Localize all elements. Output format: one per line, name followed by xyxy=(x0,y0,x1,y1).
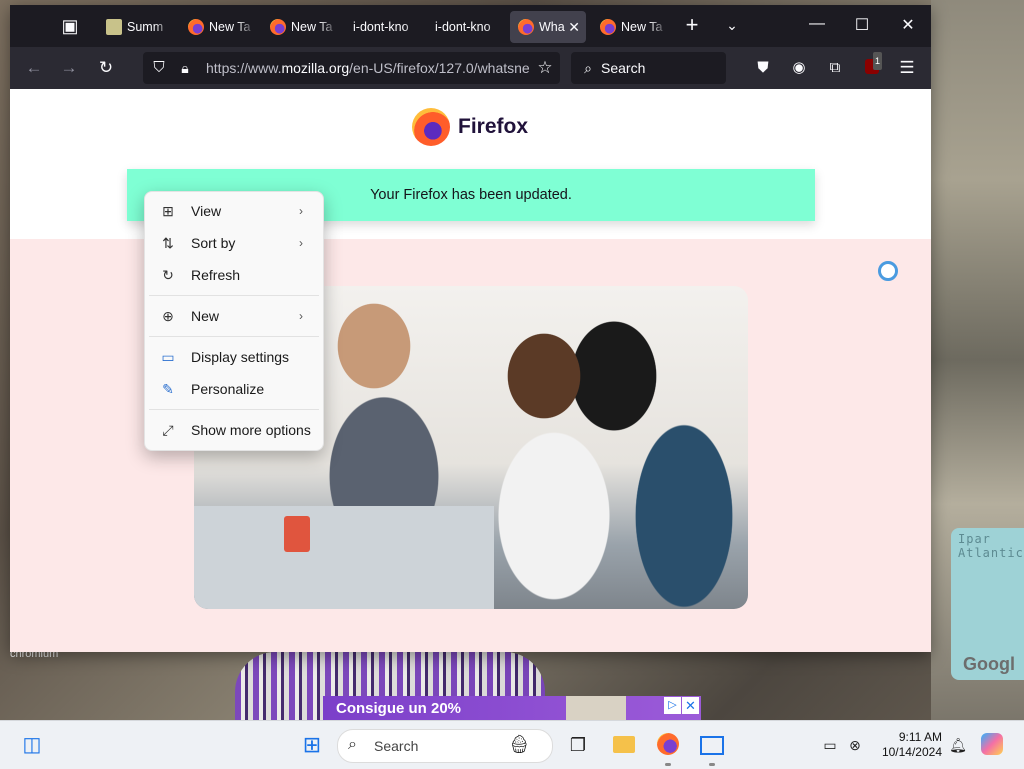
back-arrow-icon[interactable]: ← xyxy=(22,59,46,77)
firefox-icon xyxy=(188,19,204,35)
search-highlight-icon: 🧁︎ xyxy=(508,734,531,754)
menu-separator xyxy=(149,409,319,410)
forward-arrow-icon[interactable]: → xyxy=(57,59,81,77)
search-icon: ⌕ xyxy=(584,60,592,76)
menu-item-new[interactable]: ⊕ New › xyxy=(149,301,319,331)
extension-badge: 1 xyxy=(873,52,883,70)
ad-choices-icon[interactable]: ▷ xyxy=(664,697,681,714)
menu-item-personalize[interactable]: ✎ Personalize xyxy=(149,374,319,404)
menu-item-view[interactable]: ⊞ View › xyxy=(149,196,319,226)
tab-i-dont-know-2[interactable]: i-dont-kno xyxy=(428,11,504,43)
lock-icon[interactable]: 🔒︎ xyxy=(173,59,197,77)
tab-summ[interactable]: Summ xyxy=(100,11,172,43)
search-icon: ⌕ xyxy=(348,736,357,753)
menu-item-sort-by[interactable]: ⇅ Sort by › xyxy=(149,228,319,258)
ad-image xyxy=(566,696,626,720)
volume-muted-icon[interactable]: ⊗ xyxy=(843,733,867,757)
copilot-icon[interactable] xyxy=(980,733,1004,757)
widgets-icon[interactable]: ◫ xyxy=(20,733,44,757)
brush-icon: ✎ xyxy=(162,380,174,397)
new-tab-plus-icon[interactable]: + xyxy=(680,14,704,36)
map-label: Ipar Atlantic xyxy=(958,532,1024,560)
close-tab-icon[interactable]: ✕ xyxy=(568,19,580,36)
maximize-icon[interactable]: ☐ xyxy=(850,15,874,35)
menu-separator xyxy=(149,295,319,296)
refresh-icon: ↻ xyxy=(162,266,174,283)
ublock-extension-icon[interactable]: 1 xyxy=(860,52,884,78)
firefox-wordmark: Firefox xyxy=(458,115,529,138)
menu-item-refresh[interactable]: ↻ Refresh xyxy=(149,260,319,290)
expand-icon: ⤢ xyxy=(162,421,174,438)
running-indicator xyxy=(665,763,671,766)
running-indicator xyxy=(709,763,715,766)
tab-bar: ▣ Summ New Ta New Ta i-dont-kno i-dont-k… xyxy=(10,5,931,47)
close-window-icon[interactable]: ✕ xyxy=(896,15,920,35)
chevron-right-icon: › xyxy=(299,309,303,323)
task-view-icon[interactable]: ❐ xyxy=(566,733,590,757)
ad-text: Consigue un 20% xyxy=(336,700,462,717)
start-windows-icon[interactable]: ⊞ xyxy=(300,733,324,757)
photo-table xyxy=(194,506,494,609)
tracking-shield-icon[interactable]: ⛉ xyxy=(147,59,171,77)
search-bar[interactable]: ⌕ Search xyxy=(571,52,726,84)
bookmark-star-icon[interactable]: ☆ xyxy=(533,59,557,77)
tab-new-3[interactable]: New Ta xyxy=(592,11,668,43)
url-text[interactable]: https://www.mozilla.org/en-US/firefox/12… xyxy=(206,60,532,76)
firefox-view-icon[interactable]: ▣ xyxy=(58,16,82,36)
chevron-right-icon: › xyxy=(299,204,303,218)
url-bar[interactable]: ⛉ 🔒︎ https://www.mozilla.org/en-US/firef… xyxy=(143,52,560,84)
menu-item-show-more-options[interactable]: ⤢ Show more options xyxy=(149,415,319,445)
extensions-puzzle-icon[interactable]: ⧉ xyxy=(823,59,847,77)
file-explorer-icon[interactable] xyxy=(612,733,636,757)
tab-new-1[interactable]: New Ta xyxy=(180,11,256,43)
grid-icon: ⊞ xyxy=(162,202,174,219)
minimize-icon[interactable]: — xyxy=(805,15,829,33)
sort-icon: ⇅ xyxy=(162,234,174,251)
firefox-logo-icon xyxy=(412,108,450,146)
menu-hamburger-icon[interactable]: ☰ xyxy=(895,59,919,77)
tab-new-2[interactable]: New Ta xyxy=(262,11,338,43)
document-icon xyxy=(106,19,122,35)
clock[interactable]: 9:11 AM 10/14/2024 xyxy=(880,730,942,760)
firefox-icon xyxy=(600,19,616,35)
notification-icon[interactable]: 🔔︎ xyxy=(946,733,970,757)
tab-whats-new[interactable]: Wha ✕ xyxy=(510,11,586,43)
remote-desktop-icon[interactable] xyxy=(700,733,724,757)
loading-indicator-icon xyxy=(878,261,898,281)
chevron-right-icon: › xyxy=(299,236,303,250)
google-label: Googl xyxy=(963,654,1015,674)
network-icon[interactable]: ▭ xyxy=(818,733,842,757)
ad-close-icon[interactable]: ✕ xyxy=(682,697,699,714)
firefox-icon xyxy=(518,19,534,35)
tab-i-dont-know-1[interactable]: i-dont-kno xyxy=(346,11,422,43)
taskbar: ◫ ⊞ ⌕ Search 🧁︎ ❐ ▭ ⊗ 9:11 AM 10/14/2024… xyxy=(0,720,1024,769)
nav-bar: ← → ↻ ⛉ 🔒︎ https://www.mozilla.org/en-US… xyxy=(10,47,931,89)
firefox-icon xyxy=(270,19,286,35)
search-placeholder: Search xyxy=(601,60,646,76)
reload-icon[interactable]: ↻ xyxy=(94,59,118,77)
firefox-taskbar-icon[interactable] xyxy=(656,733,680,757)
account-icon[interactable]: ◉ xyxy=(787,59,811,77)
display-settings-icon: ▭ xyxy=(161,348,175,365)
taskbar-search-box[interactable]: ⌕ Search 🧁︎ xyxy=(337,729,553,763)
pocket-icon[interactable]: ⛊ xyxy=(751,59,775,77)
plus-circle-icon: ⊕ xyxy=(162,307,174,324)
taskbar-search-label: Search xyxy=(374,738,419,754)
menu-separator xyxy=(149,336,319,337)
menu-item-display-settings[interactable]: ▭ Display settings xyxy=(149,342,319,372)
list-all-tabs-chevron-icon[interactable]: ⌄ xyxy=(720,15,744,35)
photo-cup xyxy=(284,516,310,552)
context-menu: ⊞ View › ⇅ Sort by › ↻ Refresh ⊕ New › ▭… xyxy=(144,191,324,451)
